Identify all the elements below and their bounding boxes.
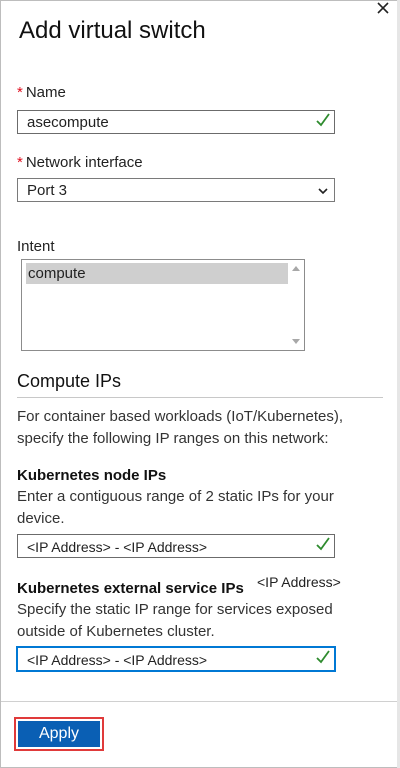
required-marker: * [17,154,23,171]
chevron-down-icon [317,184,329,196]
name-label-row: * Name [17,84,66,101]
scroll-up-arrow-icon[interactable] [292,266,300,271]
panel-title: Add virtual switch [19,17,206,44]
node-ips-input[interactable]: <IP Address> - <IP Address> [17,534,335,558]
checkmark-icon [315,112,331,128]
compute-ips-description: For container based workloads (IoT/Kuber… [17,408,343,447]
external-ips-heading: Kubernetes external service IPs [17,580,244,597]
close-icon[interactable] [375,1,391,17]
network-interface-select[interactable]: Port 3 [17,178,335,202]
list-item[interactable]: compute [26,263,288,284]
add-virtual-switch-panel: Add virtual switch * Name asecompute * Net… [0,0,400,768]
listbox-scrollbar[interactable] [288,260,304,350]
checkmark-icon [315,649,331,665]
network-interface-label: Network interface [25,154,143,171]
external-ips-description: Specify the static IP range for services… [17,601,333,640]
floating-ip-label: <IP Address> [257,574,341,590]
scroll-down-arrow-icon[interactable] [292,339,300,344]
node-ips-heading: Kubernetes node IPs [17,467,167,484]
checkmark-icon [315,536,331,552]
node-ips-value: <IP Address> - <IP Address> [27,539,208,555]
node-ips-description: Enter a contiguous range of 2 static IPs… [17,488,334,527]
apply-button[interactable]: Apply [18,721,100,747]
name-input-value: asecompute [27,114,109,131]
intent-label: Intent [17,238,55,255]
name-input[interactable]: asecompute [17,110,335,134]
external-ips-input[interactable]: <IP Address> - <IP Address> [17,647,335,671]
external-ips-value: <IP Address> - <IP Address> [27,652,208,668]
apply-button-highlight: Apply [14,717,104,751]
intent-listbox[interactable]: compute [21,259,305,351]
network-interface-value: Port 3 [27,182,68,199]
compute-ips-heading: Compute IPs [17,371,122,391]
close-icon-glyph [377,2,389,14]
name-label: Name [25,84,66,101]
network-interface-label-row: * Network interface [17,154,143,171]
section-divider [17,397,383,398]
footer-divider [1,701,399,702]
required-marker: * [17,84,23,101]
